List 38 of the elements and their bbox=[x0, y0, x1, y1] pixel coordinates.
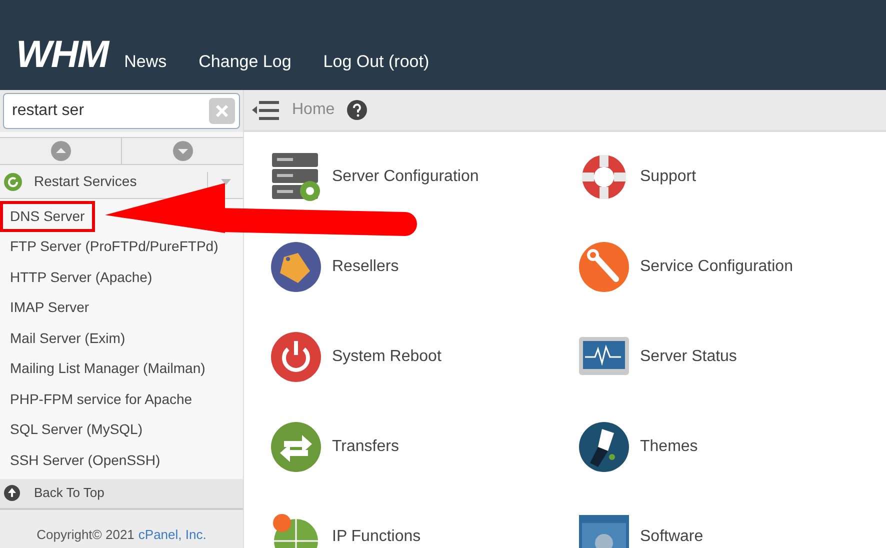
refresh-icon bbox=[4, 172, 22, 190]
category-link[interactable]: Server Configuration bbox=[270, 151, 578, 203]
nav-link[interactable]: Log Out (root) bbox=[323, 48, 430, 74]
nav-link[interactable]: News bbox=[124, 48, 167, 74]
price-tag-icon bbox=[270, 241, 322, 293]
category-link[interactable]: Themes bbox=[578, 421, 886, 473]
help-icon[interactable] bbox=[346, 100, 367, 120]
clear-icon[interactable] bbox=[209, 98, 235, 124]
category-link[interactable]: System Reboot bbox=[270, 331, 578, 383]
group-label: Restart Services bbox=[34, 172, 138, 191]
category-link[interactable]: Service Configuration bbox=[578, 241, 886, 293]
sidebar-item[interactable]: SSH Server (OpenSSH) bbox=[3, 448, 168, 473]
sidebar-item[interactable]: Mailing List Manager (Mailman) bbox=[3, 356, 212, 382]
sidebar-group-header[interactable]: Restart Services bbox=[0, 165, 243, 199]
back-to-top-button[interactable]: Back To Top bbox=[0, 478, 243, 510]
copyright-text: Copyright© 2021 bbox=[36, 526, 134, 544]
sidebar-item[interactable]: HTTP Server (Apache) bbox=[3, 264, 160, 290]
sidebar-item[interactable]: PHP-FPM service for Apache bbox=[3, 386, 200, 412]
sidebar-item[interactable]: DNS Server bbox=[3, 204, 92, 229]
category-link[interactable]: Resellers bbox=[270, 241, 578, 293]
caret-icon bbox=[220, 178, 230, 184]
search-field[interactable]: restart ser bbox=[3, 93, 240, 129]
power-icon bbox=[270, 331, 322, 383]
nav-link[interactable]: Change Log bbox=[198, 48, 292, 74]
logo[interactable]: WHM bbox=[16, 36, 108, 74]
sidebar-item[interactable]: FTP Server (ProFTPd/PureFTPd) bbox=[3, 234, 226, 260]
category-link[interactable]: Support bbox=[578, 151, 886, 203]
sidebar-item[interactable]: IMAP Server bbox=[3, 295, 96, 320]
sidebar-item[interactable]: Mail Server (Exim) bbox=[3, 326, 132, 351]
company-link[interactable]: cPanel, Inc. bbox=[138, 524, 206, 548]
category-link[interactable]: Software bbox=[578, 511, 886, 548]
category-link[interactable]: Transfers bbox=[270, 421, 578, 473]
paintbrush-icon bbox=[578, 421, 630, 473]
category-link[interactable]: IP Functions bbox=[270, 511, 578, 548]
sidebar-item[interactable]: SQL Server (MySQL) bbox=[3, 417, 150, 442]
menu-icon[interactable] bbox=[252, 99, 280, 121]
swap-arrows-icon bbox=[270, 421, 322, 473]
category-link[interactable]: Server Status bbox=[578, 331, 886, 383]
